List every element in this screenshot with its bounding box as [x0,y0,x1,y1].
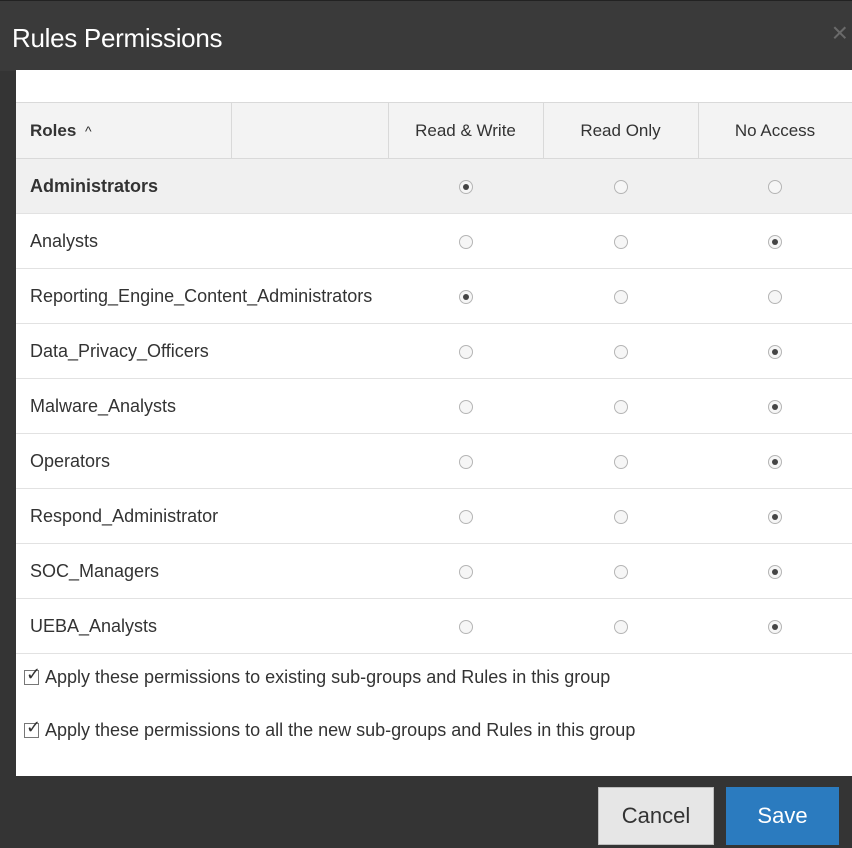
empty-column-header [231,102,389,159]
read-write-column-header: Read & Write [388,102,544,159]
no-access-radio[interactable] [768,344,782,359]
rules-permissions-dialog: Rules Permissions × Roles ^ Read & Write [0,0,852,848]
apply-new-checkbox[interactable]: ✓ [24,718,41,738]
read-write-radio[interactable] [458,619,473,634]
dialog-title-bar: Rules Permissions × [0,0,852,71]
read-write-cell [388,543,543,599]
no-access-radio[interactable] [768,454,782,469]
permissions-table-body: Administrators Analysts Reporting_Engine_C… [16,158,852,654]
table-header-row: Roles ^ Read & Write Read Only No Access [16,102,852,159]
read-write-radio[interactable] [458,289,473,304]
read-write-radio[interactable] [458,179,473,194]
apply-existing-checkbox[interactable]: ✓ [24,665,41,685]
read-only-radio[interactable] [613,344,628,359]
read-write-radio[interactable] [458,399,473,414]
no-access-radio[interactable] [768,619,782,634]
no-access-cell [698,158,852,214]
apply-new-option[interactable]: ✓ Apply these permissions to all the new… [24,718,636,741]
read-write-radio[interactable] [458,509,473,524]
roles-column-header[interactable]: Roles ^ [16,102,232,159]
role-name: Respond_Administrator [16,488,388,544]
checkmark-icon: ✓ [26,717,42,737]
dialog-footer: Cancel Save [0,776,852,848]
read-only-radio[interactable] [613,399,628,414]
read-only-cell [543,488,698,544]
no-access-cell [698,433,852,489]
checkmark-icon: ✓ [26,664,42,684]
table-row[interactable]: Respond_Administrator [16,488,852,544]
table-row[interactable]: Data_Privacy_Officers [16,323,852,379]
read-only-radio[interactable] [613,289,628,304]
read-write-cell [388,323,543,379]
read-only-radio[interactable] [613,454,628,469]
no-access-radio[interactable] [768,509,782,524]
no-access-radio[interactable] [768,399,782,414]
table-row[interactable]: Reporting_Engine_Content_Administrators [16,268,852,324]
no-access-cell [698,543,852,599]
permissions-table: Roles ^ Read & Write Read Only No Access… [16,102,852,654]
role-name: UEBA_Analysts [16,598,388,654]
read-write-cell [388,488,543,544]
read-only-radio[interactable] [613,564,628,579]
no-access-cell [698,488,852,544]
table-row[interactable]: Analysts [16,213,852,269]
roles-header-label: Roles [30,120,77,140]
apply-existing-label: Apply these permissions to existing sub-… [45,667,611,687]
table-row[interactable]: SOC_Managers [16,543,852,599]
read-only-cell [543,378,698,434]
no-access-cell [698,268,852,324]
apply-new-label: Apply these permissions to all the new s… [45,720,636,740]
no-access-cell [698,323,852,379]
role-name: Analysts [16,213,388,269]
no-access-radio[interactable] [768,289,782,304]
table-row[interactable]: UEBA_Analysts [16,598,852,654]
sort-ascending-icon: ^ [85,122,92,139]
role-name: Administrators [16,158,388,214]
role-name: Malware_Analysts [16,378,388,434]
read-only-cell [543,323,698,379]
read-write-radio[interactable] [458,234,473,249]
read-only-cell [543,433,698,489]
read-only-column-header: Read Only [543,102,699,159]
save-button[interactable]: Save [726,787,839,845]
no-access-cell [698,213,852,269]
read-only-radio[interactable] [613,509,628,524]
role-name: Reporting_Engine_Content_Administrators [16,268,388,324]
read-write-cell [388,158,543,214]
table-row[interactable]: Administrators [16,158,852,214]
read-write-cell [388,213,543,269]
read-write-cell [388,268,543,324]
read-only-cell [543,543,698,599]
read-only-radio[interactable] [613,619,628,634]
read-write-cell [388,598,543,654]
no-access-cell [698,378,852,434]
read-write-radio[interactable] [458,344,473,359]
role-name: SOC_Managers [16,543,388,599]
read-only-radio[interactable] [613,234,628,249]
no-access-radio[interactable] [768,234,782,249]
no-access-radio[interactable] [768,564,782,579]
dialog-content: Roles ^ Read & Write Read Only No Access… [16,70,852,776]
apply-existing-option[interactable]: ✓ Apply these permissions to existing su… [24,665,611,688]
no-access-radio[interactable] [768,179,782,194]
dialog-title: Rules Permissions [12,23,223,53]
read-only-cell [543,268,698,324]
read-only-cell [543,158,698,214]
read-only-cell [543,213,698,269]
no-access-cell [698,598,852,654]
role-name: Operators [16,433,388,489]
table-row[interactable]: Operators [16,433,852,489]
read-only-radio[interactable] [613,179,628,194]
read-write-cell [388,378,543,434]
cancel-button[interactable]: Cancel [598,787,714,845]
read-write-radio[interactable] [458,454,473,469]
table-row[interactable]: Malware_Analysts [16,378,852,434]
close-icon[interactable]: × [832,19,848,47]
no-access-column-header: No Access [698,102,852,159]
read-write-cell [388,433,543,489]
read-only-cell [543,598,698,654]
read-write-radio[interactable] [458,564,473,579]
role-name: Data_Privacy_Officers [16,323,388,379]
